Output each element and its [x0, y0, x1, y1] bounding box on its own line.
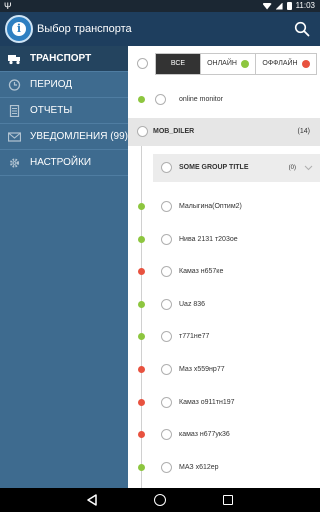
status-dot-icon	[138, 203, 145, 210]
online-dot-icon	[240, 60, 249, 68]
battery-icon	[286, 2, 292, 10]
filter-online-button[interactable]: ОНЛАЙН	[201, 54, 256, 74]
item-radio[interactable]	[161, 461, 172, 473]
status-dot-icon	[138, 333, 145, 341]
status-dot-icon	[138, 431, 145, 439]
recent-apps-icon[interactable]	[223, 495, 233, 505]
group-name: MOB_DILER	[153, 128, 195, 135]
item-radio[interactable]	[161, 266, 172, 278]
signal-icon	[275, 2, 283, 10]
list-item[interactable]: Маз х559нр77	[128, 354, 320, 386]
select-all-radio[interactable]	[137, 58, 148, 69]
status-dot-icon	[138, 96, 145, 103]
page-title: Выбор транспорта	[37, 23, 132, 35]
status-dot-icon	[138, 268, 145, 276]
search-icon[interactable]	[294, 21, 310, 37]
subgroup-header[interactable]: SOME GROUP TITLE (0)	[153, 154, 320, 182]
list-item[interactable]: МАЗ х612ер	[128, 452, 320, 484]
filter-offline-label: ОФФЛАЙН	[262, 60, 298, 67]
subgroup-count: (0)	[288, 165, 296, 171]
item-label: т771не77	[179, 333, 210, 341]
list-item[interactable]: Uaz 836	[128, 289, 320, 321]
app-logo-icon[interactable]: i	[5, 15, 33, 43]
sidebar-item-label: ТРАНСПОРТ	[30, 53, 92, 64]
list-item[interactable]: камаз н677ук36	[128, 419, 320, 451]
item-radio[interactable]	[161, 429, 172, 441]
back-icon[interactable]	[86, 494, 98, 506]
list-item[interactable]: Камаз о911тн197	[128, 387, 320, 419]
group-count: (14)	[297, 128, 310, 135]
truck-icon	[8, 55, 20, 65]
status-dot-icon	[138, 463, 145, 471]
status-bar: Ψ 11:03	[0, 0, 320, 12]
list-item[interactable]: Нива 2131 т203ое	[128, 224, 320, 256]
sidebar-item-label: УВЕДОМЛЕНИЯ (99)	[30, 131, 128, 142]
chevron-down-icon[interactable]	[304, 163, 313, 172]
status-dot-icon	[138, 366, 145, 373]
status-filter: ВСЕ ОНЛАЙН ОФФЛАЙН	[155, 53, 317, 75]
item-label: МАЗ х612ер	[179, 463, 219, 471]
group-radio[interactable]	[137, 126, 148, 137]
item-label: камаз н677ук36	[179, 431, 230, 439]
item-radio[interactable]	[161, 396, 172, 408]
item-label: Малыгина(Оптим2)	[179, 203, 242, 210]
sidebar-item-label: ПЕРИОД	[30, 79, 73, 90]
sidebar-item-period[interactable]: ПЕРИОД	[0, 72, 128, 98]
item-radio[interactable]	[161, 364, 172, 375]
vehicle-list: ВСЕ ОНЛАЙН ОФФЛАЙН online monitor MOB_DI…	[128, 46, 320, 488]
sidebar: ТРАНСПОРТ ПЕРИОД ОТЧЕТЫ УВЕДОМЛЕНИЯ (99)…	[0, 46, 128, 488]
status-time: 11:03	[295, 1, 315, 10]
item-radio[interactable]	[161, 233, 172, 245]
item-label: online monitor	[179, 96, 223, 103]
offline-dot-icon	[301, 60, 310, 68]
group-header-mob-diler[interactable]: MOB_DILER (14)	[128, 118, 320, 146]
status-dot-icon	[138, 300, 145, 308]
info-logo-letter: i	[12, 22, 26, 36]
sidebar-item-label: ОТЧЕТЫ	[30, 105, 73, 116]
wifi-icon	[262, 2, 272, 10]
sidebar-item-transport[interactable]: ТРАНСПОРТ	[0, 46, 128, 72]
gear-icon	[9, 158, 20, 168]
list-item-online-monitor[interactable]: online monitor	[128, 84, 320, 116]
item-radio[interactable]	[161, 331, 172, 343]
filter-all-label: ВСЕ	[170, 60, 186, 67]
item-label: Нива 2131 т203ое	[179, 235, 238, 243]
list-item[interactable]: Камаз н657ке	[128, 256, 320, 288]
sidebar-item-label: НАСТРОЙКИ	[30, 157, 92, 168]
list-item[interactable]: Малыгина(Оптим2)	[128, 191, 320, 223]
sidebar-item-reports[interactable]: ОТЧЕТЫ	[0, 98, 128, 124]
subgroup-radio[interactable]	[161, 162, 172, 173]
item-label: Маз х559нр77	[179, 366, 225, 373]
home-icon[interactable]	[154, 494, 166, 506]
sidebar-item-notifications[interactable]: УВЕДОМЛЕНИЯ (99)	[0, 124, 128, 150]
status-dot-icon	[138, 398, 145, 406]
filter-online-label: ОНЛАЙН	[207, 60, 237, 67]
envelope-icon	[8, 132, 21, 142]
sidebar-item-settings[interactable]: НАСТРОЙКИ	[0, 150, 128, 176]
clock-icon	[8, 79, 21, 91]
filter-all-button[interactable]: ВСЕ	[156, 54, 201, 74]
item-label: Uaz 836	[179, 300, 206, 308]
action-bar: i Выбор транспорта	[0, 12, 320, 46]
item-label: Камаз н657ке	[179, 268, 224, 276]
item-label: Камаз о911тн197	[179, 398, 235, 406]
system-nav-bar	[0, 488, 320, 512]
filter-offline-button[interactable]: ОФФЛАЙН	[256, 54, 316, 74]
item-radio[interactable]	[155, 94, 166, 105]
status-icons: 11:03	[262, 1, 315, 11]
status-dot-icon	[138, 235, 145, 243]
item-radio[interactable]	[161, 298, 172, 310]
status-filter-row: ВСЕ ОНЛАЙН ОФФЛАЙН	[128, 46, 320, 84]
document-icon	[9, 105, 20, 117]
list-item[interactable]: т771не77	[128, 321, 320, 353]
item-radio[interactable]	[161, 201, 172, 212]
subgroup-name: SOME GROUP TITLE	[179, 164, 249, 171]
usb-icon: Ψ	[4, 1, 12, 11]
